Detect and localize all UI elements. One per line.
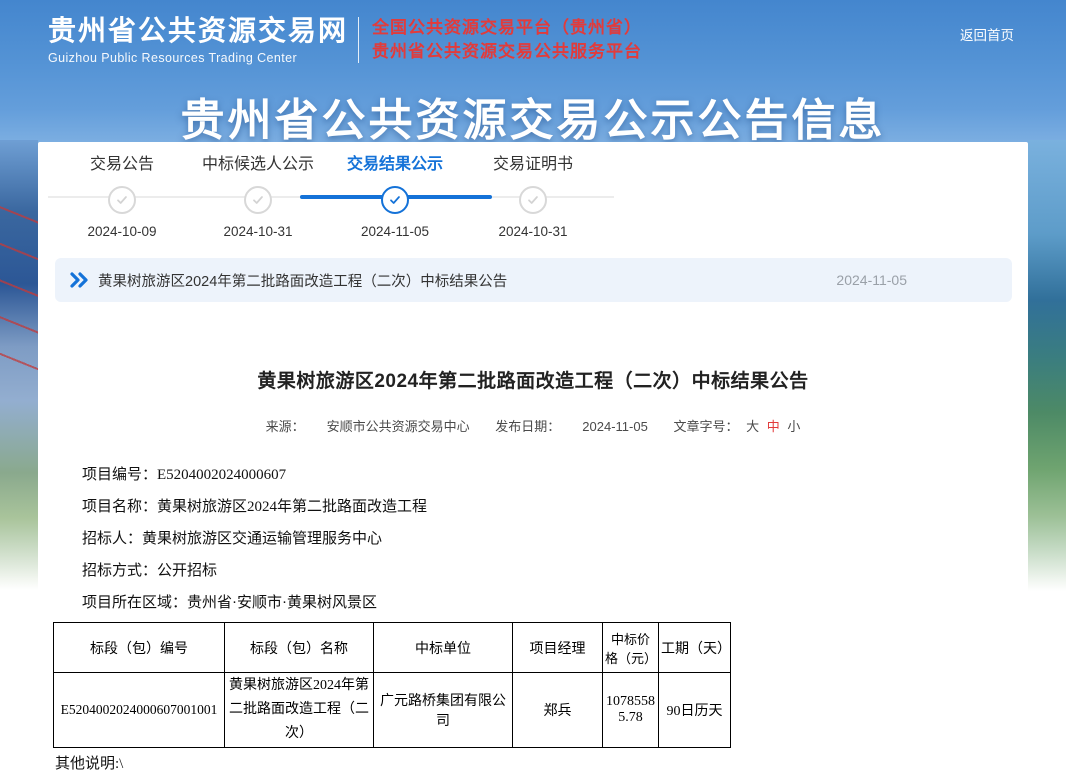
check-circle-icon (244, 186, 272, 214)
step-date: 2024-10-09 (47, 224, 197, 239)
cell-winning-bidder: 广元路桥集团有限公司 (374, 673, 513, 748)
table-row: E5204002024000607001001 黄果树旅游区2024年第二批路面… (54, 673, 731, 748)
step-label: 交易公告 (47, 150, 197, 174)
col-header-project-manager: 项目经理 (513, 623, 603, 673)
fontsize-small-button[interactable]: 小 (787, 419, 800, 434)
cell-section-name: 黄果树旅游区2024年第二批路面改造工程（二次） (225, 673, 374, 748)
background-photo-left (0, 140, 38, 590)
site-title: 贵州省公共资源交易网 (48, 15, 348, 47)
check-icon (525, 192, 541, 208)
table-header-row: 标段（包）编号 标段（包）名称 中标单位 项目经理 中标价格（元） 工期（天） (54, 623, 731, 673)
field-project-region: 项目所在区域：贵州省·安顺市·黄果树风景区 (82, 592, 427, 624)
check-circle-icon (108, 186, 136, 214)
check-circle-icon (381, 186, 409, 214)
step-date: 2024-11-05 (320, 224, 470, 239)
step-trade-certificate[interactable]: 交易证明书 2024-10-31 (458, 150, 608, 239)
notice-title: 黄果树旅游区2024年第二批路面改造工程（二次）中标结果公告 (98, 270, 507, 291)
col-header-section-name: 标段（包）名称 (225, 623, 374, 673)
platform-name-national: 全国公共资源交易平台（贵州省） (372, 18, 642, 38)
notice-date: 2024-11-05 (836, 272, 907, 288)
check-icon (114, 192, 130, 208)
article-meta: 来源： 安顺市公共资源交易中心 发布日期： 2024-11-05 文章字号： 大 中… (38, 416, 1028, 435)
step-trade-announcement[interactable]: 交易公告 2024-10-09 (47, 150, 197, 239)
check-circle-icon (519, 186, 547, 214)
fontsize-label: 文章字号： (673, 419, 738, 434)
fontsize-medium-button[interactable]: 中 (767, 419, 780, 434)
site-logo: 贵州省公共资源交易网 Guizhou Public Resources Trad… (48, 15, 348, 64)
bridge-cables-decoration (0, 200, 38, 370)
step-trade-result-publicity[interactable]: 交易结果公示 2024-11-05 (320, 150, 470, 239)
cell-bid-price: 10785585.78 (603, 673, 659, 748)
col-header-bid-price: 中标价格（元） (603, 623, 659, 673)
field-tenderee: 招标人：黄果树旅游区交通运输管理服务中心 (82, 528, 427, 560)
top-header: 贵州省公共资源交易网 Guizhou Public Resources Trad… (0, 0, 1066, 80)
cell-project-manager: 郑兵 (513, 673, 603, 748)
step-label: 交易证明书 (458, 150, 608, 174)
field-project-number: 项目编号：E5204002024000607 (82, 464, 427, 496)
background-photo-right (1028, 140, 1066, 610)
platform-names: 全国公共资源交易平台（贵州省） 贵州省公共资源交易公共服务平台 (372, 18, 642, 63)
publish-date-label: 发布日期： (495, 419, 560, 434)
source-label: 来源： (266, 419, 305, 434)
cell-duration: 90日历天 (659, 673, 731, 748)
step-label: 中标候选人公示 (183, 150, 333, 174)
header-divider (358, 17, 359, 63)
source-value: 安顺市公共资源交易中心 (327, 419, 470, 434)
double-chevron-right-icon (69, 272, 89, 288)
other-note: 其他说明:\ (55, 752, 123, 773)
page-title: 贵州省公共资源交易公示公告信息 (0, 84, 1066, 148)
bid-result-table: 标段（包）编号 标段（包）名称 中标单位 项目经理 中标价格（元） 工期（天） … (53, 622, 731, 748)
platform-name-provincial: 贵州省公共资源交易公共服务平台 (372, 42, 642, 62)
col-header-winning-bidder: 中标单位 (374, 623, 513, 673)
field-project-name: 项目名称：黄果树旅游区2024年第二批路面改造工程 (82, 496, 427, 528)
content-card: 交易公告 2024-10-09 中标候选人公示 2024-10-31 交易结果公… (38, 142, 1028, 782)
article-title: 黄果树旅游区2024年第二批路面改造工程（二次）中标结果公告 (38, 366, 1028, 393)
check-icon (250, 192, 266, 208)
step-date: 2024-10-31 (458, 224, 608, 239)
fontsize-large-button[interactable]: 大 (746, 419, 759, 434)
notice-list-item[interactable]: 黄果树旅游区2024年第二批路面改造工程（二次）中标结果公告 2024-11-0… (55, 258, 1012, 302)
cell-section-number: E5204002024000607001001 (54, 673, 225, 748)
step-candidate-publicity[interactable]: 中标候选人公示 2024-10-31 (183, 150, 333, 239)
col-header-section-number: 标段（包）编号 (54, 623, 225, 673)
step-date: 2024-10-31 (183, 224, 333, 239)
return-home-link[interactable]: 返回首页 (960, 24, 1014, 44)
article-body: 项目编号：E5204002024000607 项目名称：黄果树旅游区2024年第… (82, 464, 427, 624)
col-header-duration: 工期（天） (659, 623, 731, 673)
site-title-english: Guizhou Public Resources Trading Center (48, 51, 348, 65)
check-icon (387, 192, 403, 208)
field-tender-method: 招标方式：公开招标 (82, 560, 427, 592)
step-label: 交易结果公示 (320, 150, 470, 174)
publish-date-value: 2024-11-05 (582, 419, 648, 434)
